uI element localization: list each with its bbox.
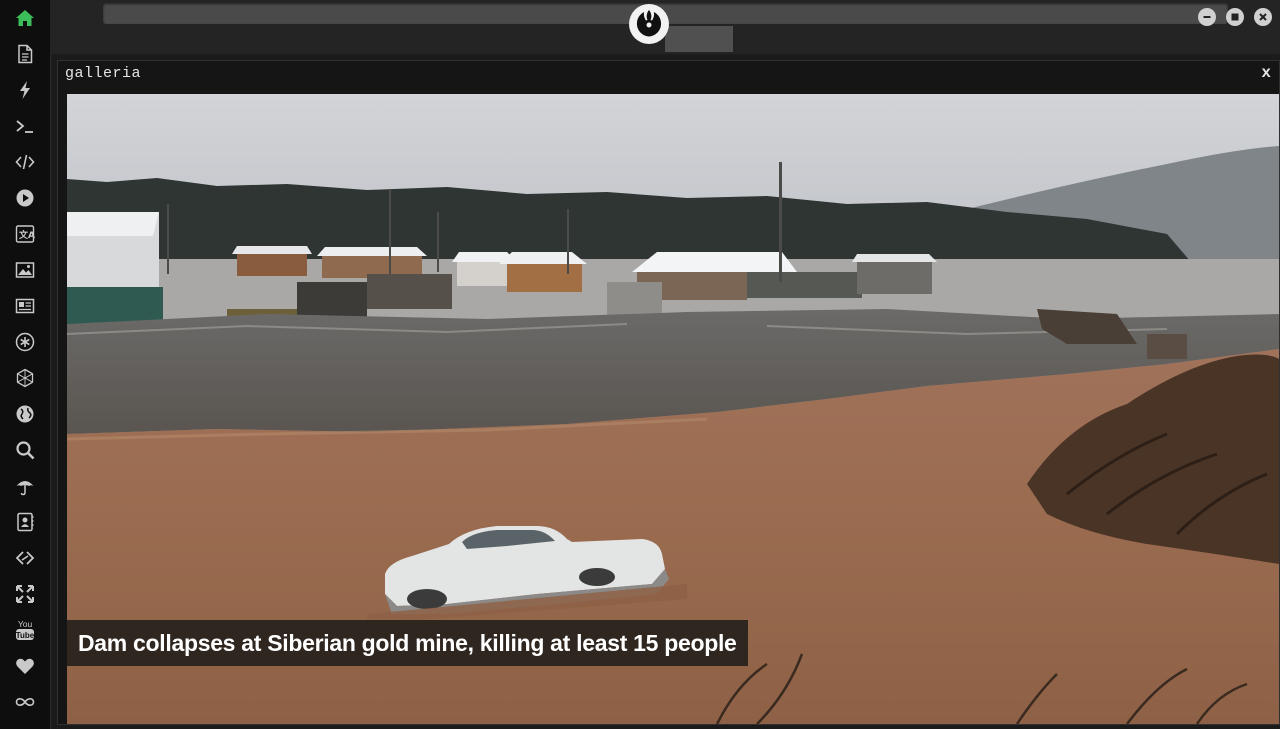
play-icon[interactable] bbox=[13, 186, 37, 210]
youtube-icon[interactable]: You Tube bbox=[13, 617, 37, 643]
logo-tab[interactable] bbox=[665, 26, 733, 52]
link-icon[interactable] bbox=[13, 546, 37, 570]
terminal-icon[interactable] bbox=[13, 114, 37, 138]
gallery-photo: Dam collapses at Siberian gold mine, kil… bbox=[67, 94, 1279, 724]
maximize-icon bbox=[1231, 13, 1239, 21]
image-icon[interactable] bbox=[13, 258, 37, 282]
close-button[interactable] bbox=[1254, 8, 1272, 26]
photo-caption: Dam collapses at Siberian gold mine, kil… bbox=[67, 620, 748, 666]
translate-icon[interactable]: 文A bbox=[13, 222, 37, 246]
search-icon[interactable] bbox=[13, 438, 37, 462]
maximize-button[interactable] bbox=[1226, 8, 1244, 26]
hexagon-icon[interactable] bbox=[13, 366, 37, 390]
svg-text:Tube: Tube bbox=[16, 631, 35, 640]
left-dock: 文A You Tube bbox=[0, 0, 51, 729]
heart-icon[interactable] bbox=[13, 654, 37, 678]
window-close-button[interactable]: x bbox=[1261, 64, 1271, 82]
code-icon[interactable] bbox=[13, 150, 37, 174]
expand-icon[interactable] bbox=[13, 582, 37, 606]
window-title: galleria bbox=[65, 65, 142, 82]
umbrella-icon[interactable] bbox=[13, 474, 37, 498]
minimize-button[interactable] bbox=[1198, 8, 1216, 26]
document-icon[interactable] bbox=[13, 42, 37, 66]
asterisk-icon[interactable] bbox=[13, 330, 37, 354]
close-icon bbox=[1259, 13, 1267, 21]
svg-text:文A: 文A bbox=[18, 229, 35, 241]
rebel-alliance-logo-icon[interactable] bbox=[629, 4, 669, 44]
home-icon[interactable] bbox=[13, 6, 37, 30]
gallery-window: galleria x Dam collapses at Siberian gol… bbox=[57, 60, 1280, 725]
contacts-icon[interactable] bbox=[13, 510, 37, 534]
globe-icon[interactable] bbox=[13, 402, 37, 426]
lightning-icon[interactable] bbox=[13, 78, 37, 102]
infinity-icon[interactable] bbox=[13, 690, 37, 714]
news-icon[interactable] bbox=[13, 294, 37, 318]
minimize-icon bbox=[1203, 16, 1211, 18]
svg-text:You: You bbox=[18, 619, 33, 629]
